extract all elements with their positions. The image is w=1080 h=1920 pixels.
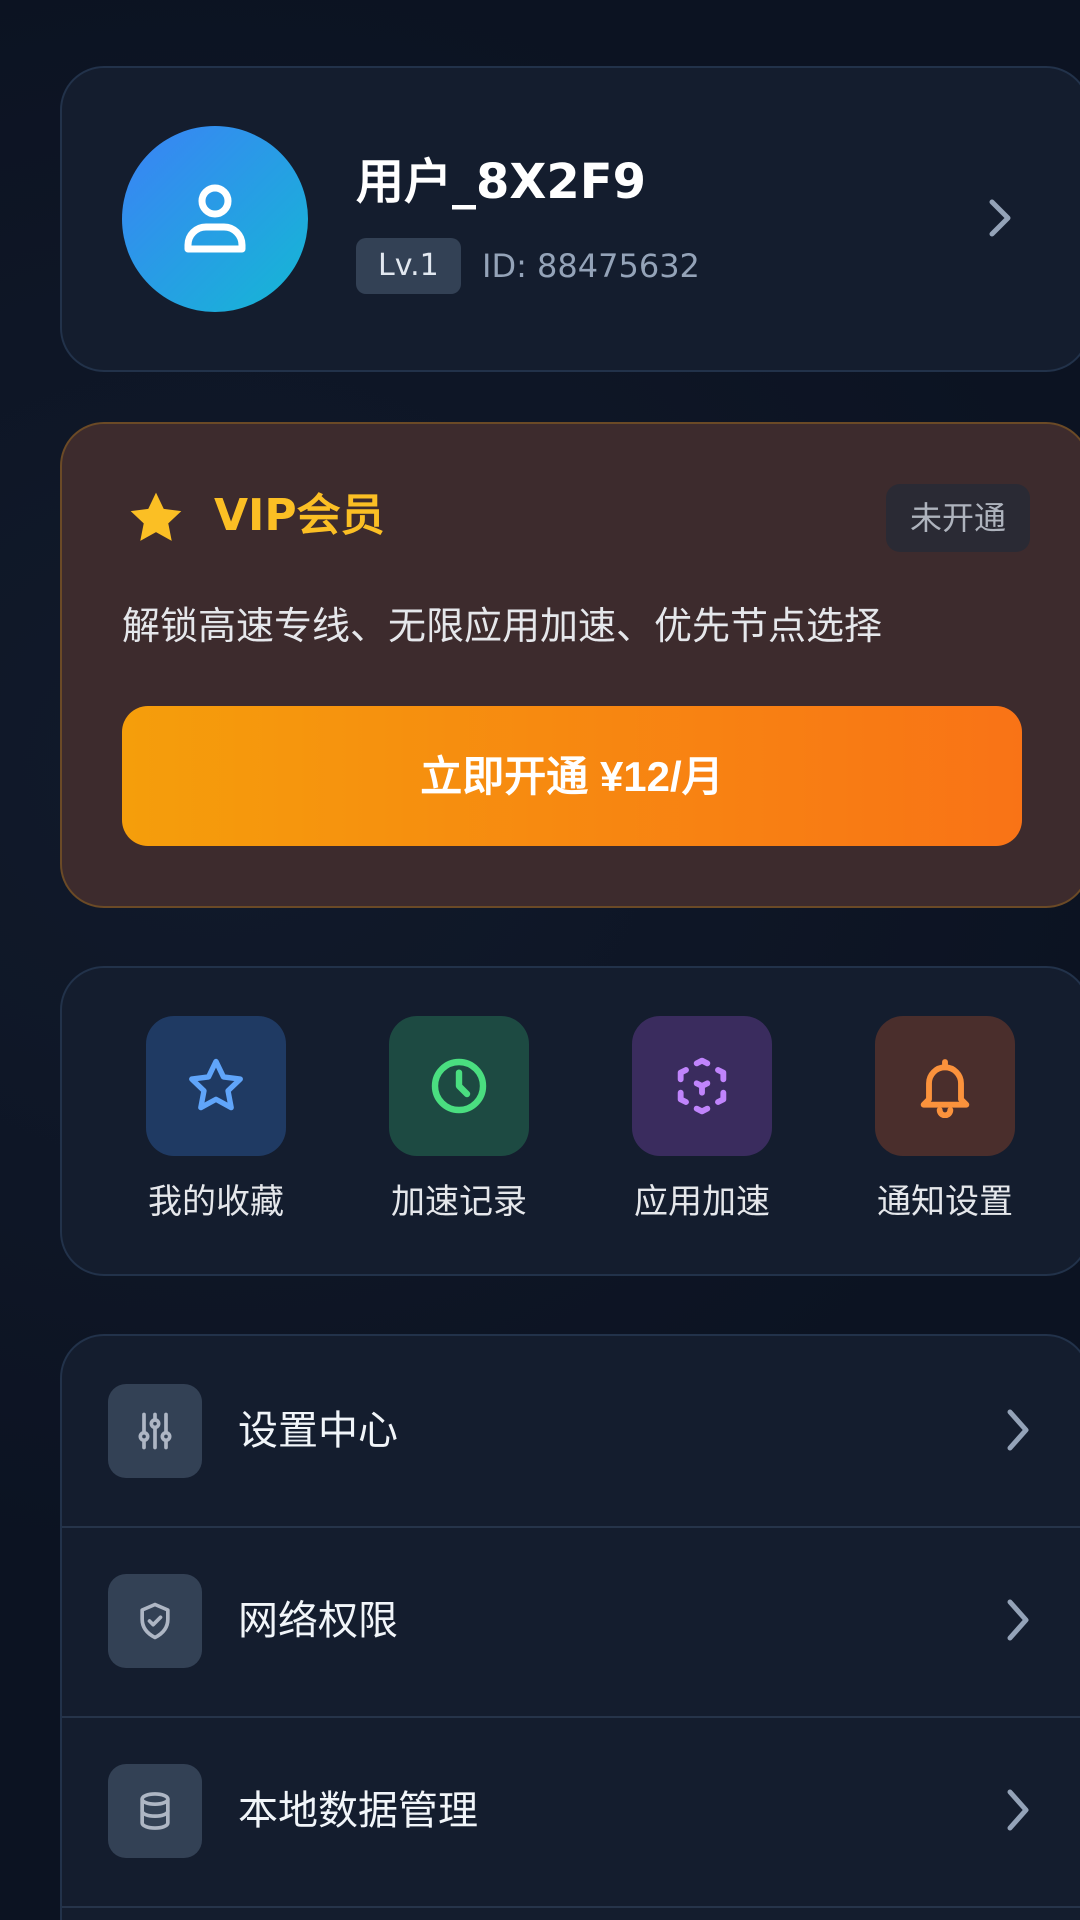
settings-menu-card: 设置中心 网络权限 本地数据管理 — [60, 1334, 1080, 1920]
chevron-right-icon — [1007, 1599, 1029, 1641]
avatar[interactable] — [122, 126, 308, 312]
level-badge: Lv.1 — [356, 238, 461, 294]
vip-title: VIP会员 — [214, 490, 385, 541]
quick-action-app-boost[interactable]: 应用加速 — [612, 1016, 792, 1224]
chevron-right-icon — [1007, 1789, 1029, 1831]
quick-action-history[interactable]: 加速记录 — [369, 1016, 549, 1224]
vip-status-badge: 未开通 — [885, 484, 1030, 552]
user-icon — [184, 184, 246, 253]
star-outline-icon — [189, 1058, 243, 1111]
user-id: ID: 88475632 — [482, 247, 700, 285]
network-icon-tile — [108, 1574, 202, 1668]
settings-icon-tile — [108, 1384, 202, 1478]
profile-card[interactable]: 用户_8X2F9 Lv.1 ID: 88475632 — [60, 66, 1080, 372]
star-filled-icon — [130, 492, 182, 541]
bell-icon — [920, 1059, 970, 1118]
profile-page: 用户_8X2F9 Lv.1 ID: 88475632 VIP会员 未开通 解锁高… — [0, 0, 1080, 1920]
menu-item-network-permissions[interactable]: 网络权限 — [62, 1526, 1080, 1718]
quick-action-notifications[interactable]: 通知设置 — [855, 1016, 1035, 1224]
quick-actions-card: 我的收藏 加速记录 应用加速 通知设置 — [60, 966, 1080, 1276]
menu-item-local-data[interactable]: 本地数据管理 — [62, 1716, 1080, 1908]
app-boost-icon-tile — [632, 1016, 772, 1156]
history-icon-tile — [389, 1016, 529, 1156]
quick-action-label: 加速记录 — [391, 1182, 527, 1222]
vip-subscribe-button[interactable]: 立即开通 ¥12/月 — [122, 706, 1022, 846]
vip-description: 解锁高速专线、无限应用加速、优先节点选择 — [122, 604, 883, 648]
menu-item-label: 本地数据管理 — [238, 1788, 478, 1834]
shield-check-icon — [140, 1602, 170, 1640]
favorites-icon-tile — [146, 1016, 286, 1156]
notifications-icon-tile — [875, 1016, 1015, 1156]
quick-action-label: 我的收藏 — [148, 1182, 284, 1222]
clock-icon — [431, 1058, 487, 1114]
cube-icon — [677, 1057, 727, 1115]
menu-item-settings[interactable]: 设置中心 — [62, 1336, 1080, 1528]
local-data-icon-tile — [108, 1764, 202, 1858]
database-icon — [140, 1792, 170, 1830]
vip-card: VIP会员 未开通 解锁高速专线、无限应用加速、优先节点选择 立即开通 ¥12/… — [60, 422, 1080, 908]
quick-action-favorites[interactable]: 我的收藏 — [126, 1016, 306, 1224]
sliders-icon — [138, 1412, 172, 1450]
username: 用户_8X2F9 — [356, 154, 646, 210]
quick-action-label: 应用加速 — [634, 1182, 770, 1222]
menu-item-label: 网络权限 — [238, 1598, 398, 1644]
quick-action-label: 通知设置 — [877, 1182, 1013, 1222]
menu-item-label: 设置中心 — [238, 1408, 398, 1454]
chevron-right-icon — [1007, 1409, 1029, 1451]
chevron-right-icon[interactable] — [986, 196, 1014, 240]
